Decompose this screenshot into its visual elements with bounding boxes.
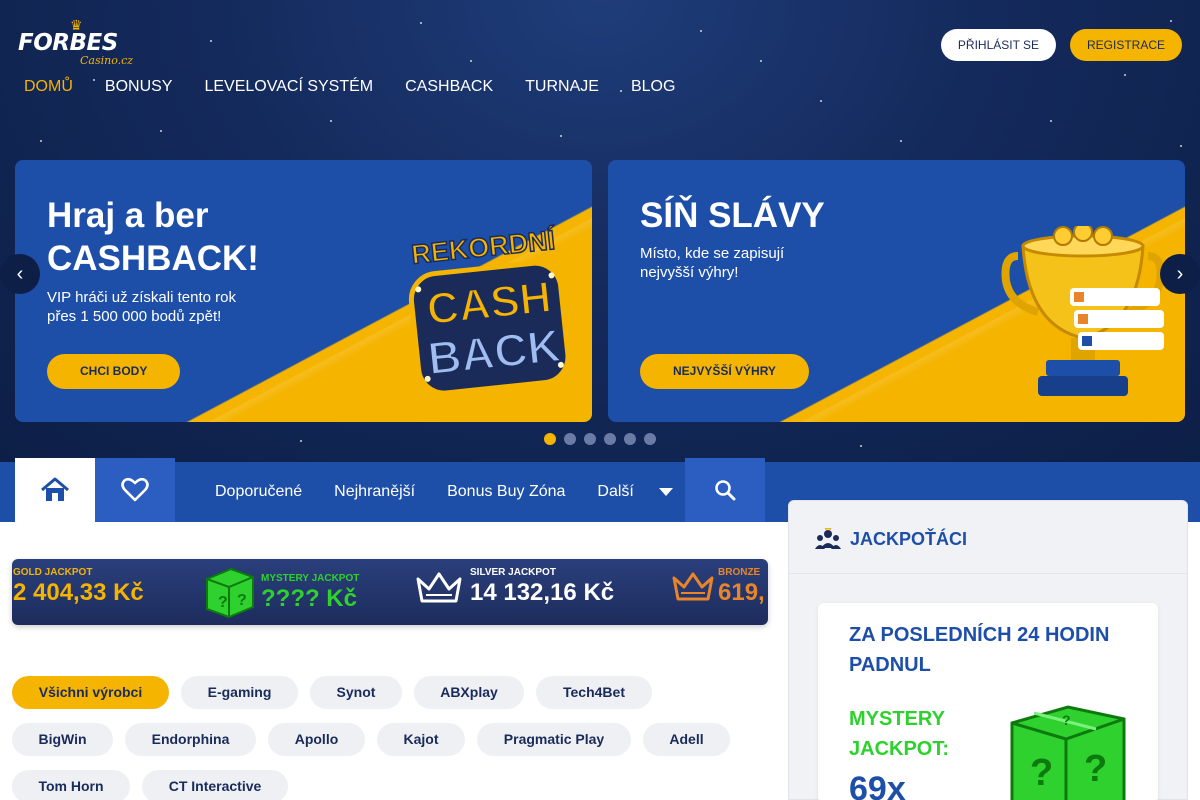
- svg-text:?: ?: [1062, 712, 1071, 728]
- forbes-casino-logo[interactable]: ♛ FORBES Casino.cz: [18, 18, 140, 67]
- cashback-art: REKORDNÍ CASH BACK: [408, 223, 571, 396]
- chevron-right-icon: ›: [1176, 263, 1184, 285]
- winners-icon: [815, 528, 841, 549]
- chevron-down-icon: [658, 488, 673, 496]
- jackpot-bronze: BRONZE 619,: [671, 559, 768, 625]
- category-bonus-buy[interactable]: Bonus Buy Zóna: [447, 482, 565, 502]
- jackpot-multiplier: 69x: [849, 770, 906, 800]
- carousel-prev-button[interactable]: ‹: [0, 254, 40, 294]
- nav-item-tournaments[interactable]: TURNAJE: [525, 77, 599, 97]
- nav-item-cashback[interactable]: CASHBACK: [405, 77, 493, 97]
- provider-chip[interactable]: Pragmatic Play: [477, 723, 631, 756]
- heart-icon: [121, 477, 149, 502]
- nav-item-level-system[interactable]: LEVELOVACÍ SYSTÉM: [204, 77, 373, 97]
- jackpot-silver: SILVER JACKPOT 14 132,16 Kč: [415, 559, 655, 625]
- category-more-label: Další: [597, 483, 634, 500]
- category-favorites-button[interactable]: [95, 458, 175, 522]
- category-most-played[interactable]: Nejhranější: [334, 482, 415, 502]
- chci-body-button[interactable]: CHCI BODY: [47, 354, 181, 389]
- last-jackpot-card: ZA POSLEDNÍCH 24 HODIN PADNUL MYSTERY JA…: [818, 603, 1158, 800]
- carousel-dot[interactable]: [624, 433, 636, 445]
- nav-item-blog[interactable]: BLOG: [631, 77, 675, 97]
- hero-section: ♛ FORBES Casino.cz PŘIHLÁSIT SE REGISTRA…: [0, 0, 1200, 462]
- banner-text: VIP hráči už získali tento rok přes 1 50…: [47, 289, 236, 325]
- nav-item-bonuses[interactable]: BONUSY: [105, 77, 173, 97]
- banner-hall-of-fame[interactable]: SÍŇ SLÁVY Místo, kde se zapisují nejvyšš…: [608, 160, 1185, 422]
- provider-chip[interactable]: Apollo: [268, 723, 365, 756]
- banner-title: Hraj a ber CASHBACK!: [47, 196, 259, 278]
- category-home-button[interactable]: [15, 458, 95, 522]
- category-recommended[interactable]: Doporučené: [215, 482, 302, 502]
- provider-chip[interactable]: ABXplay: [414, 676, 524, 709]
- provider-chip[interactable]: E-gaming: [181, 676, 298, 709]
- svg-text:?: ?: [1030, 752, 1053, 794]
- category-links: Doporučené Nejhranější Bonus Buy Zóna Da…: [215, 482, 674, 502]
- banner-title: SÍŇ SLÁVY: [640, 196, 825, 235]
- provider-chip[interactable]: Adell: [643, 723, 730, 756]
- provider-chip-all[interactable]: Všichni výrobci: [12, 676, 169, 709]
- provider-chip[interactable]: Endorphina: [125, 723, 256, 756]
- provider-chip[interactable]: CT Interactive: [142, 770, 288, 800]
- carousel-dot[interactable]: [564, 433, 576, 445]
- jackpot-ticker: GOLD JACKPOT 2 404,33 Kč ? ? MYSTERY JAC…: [12, 559, 768, 625]
- banner-text: Místo, kde se zapisují nejvyšší výhry!: [640, 245, 785, 281]
- banner-cashback[interactable]: Hraj a ber CASHBACK! VIP hráči už získal…: [15, 160, 592, 422]
- home-icon: [41, 477, 69, 501]
- svg-text:?: ?: [218, 594, 228, 611]
- svg-text:?: ?: [1084, 748, 1107, 790]
- provider-chip[interactable]: Tech4Bet: [536, 676, 652, 709]
- carousel-next-button[interactable]: ›: [1160, 254, 1200, 294]
- category-more-dropdown[interactable]: Další: [597, 482, 673, 502]
- nav-item-home[interactable]: DOMŮ: [24, 77, 73, 97]
- trophy-icon: [1001, 226, 1165, 396]
- provider-chip[interactable]: Synot: [310, 676, 402, 709]
- search-icon: [715, 480, 736, 501]
- card-heading: ZA POSLEDNÍCH 24 HODIN PADNUL: [849, 624, 1110, 676]
- jackpot-mystery: ? ? MYSTERY JACKPOT ???? Kč: [201, 559, 401, 625]
- jackpot-name: MYSTERY JACKPOT:: [849, 708, 950, 760]
- main-nav: DOMŮ BONUSY LEVELOVACÍ SYSTÉM CASHBACK T…: [24, 77, 675, 97]
- register-button[interactable]: REGISTRACE: [1070, 29, 1182, 61]
- search-button[interactable]: [685, 458, 765, 522]
- carousel-dot[interactable]: [584, 433, 596, 445]
- nejvyssi-vyhry-button[interactable]: NEJVYŠŠÍ VÝHRY: [640, 354, 809, 389]
- crown-icon: [416, 572, 462, 603]
- provider-chip[interactable]: Kajot: [377, 723, 465, 756]
- carousel-dot[interactable]: [544, 433, 556, 445]
- panel-title: JACKPOŤÁCI: [850, 529, 968, 549]
- mystery-box-icon: ? ? ?: [1010, 705, 1126, 800]
- mystery-box-icon: ? ?: [206, 567, 254, 619]
- provider-chip[interactable]: Tom Horn: [12, 770, 130, 800]
- chevron-left-icon: ‹: [16, 263, 24, 285]
- login-button[interactable]: PŘIHLÁSIT SE: [941, 29, 1056, 61]
- carousel-dot[interactable]: [644, 433, 656, 445]
- provider-chip[interactable]: BigWin: [12, 723, 113, 756]
- carousel-dot[interactable]: [604, 433, 616, 445]
- crown-icon: [672, 572, 714, 601]
- carousel-dots: [544, 433, 656, 445]
- jackpot-gold: GOLD JACKPOT 2 404,33 Kč: [13, 567, 144, 606]
- panel-header: JACKPOŤÁCI: [789, 501, 1187, 574]
- svg-text:?: ?: [237, 592, 247, 609]
